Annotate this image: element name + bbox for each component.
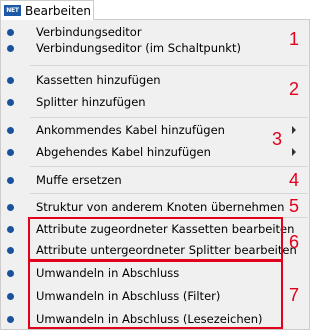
dot-icon — [7, 293, 14, 300]
dot-icon — [7, 45, 14, 52]
dot-icon — [7, 99, 14, 106]
menu-item-label: Splitter hinzufügen — [36, 95, 146, 109]
annotation-number-7: 7 — [289, 285, 300, 305]
highlight-box-group-7 — [28, 260, 283, 329]
menu-item-splitter-hinzufuegen[interactable]: Splitter hinzufügen — [0, 92, 308, 114]
annotation-number-2: 2 — [289, 79, 300, 99]
menu-item-struktur-uebernehmen[interactable]: Struktur von anderem Knoten übernehmen — [0, 197, 308, 219]
annotation-number-6: 6 — [289, 232, 300, 252]
menu-item-label: Verbindungseditor — [36, 25, 142, 39]
dot-icon — [7, 247, 14, 254]
annotation-number-1: 1 — [289, 29, 300, 49]
dot-icon — [7, 226, 14, 233]
menu-bar: NET Bearbeiten — [0, 0, 311, 20]
annotation-number-4: 4 — [289, 170, 300, 190]
dot-icon — [7, 204, 14, 211]
menu-item-label: Struktur von anderem Knoten übernehmen — [36, 200, 285, 214]
menu-item-verbindungseditor-schaltpunkt[interactable]: Verbindungseditor (im Schaltpunkt) — [0, 38, 308, 60]
annotation-number-5: 5 — [289, 196, 300, 216]
menu-separator — [30, 65, 308, 66]
annotation-number-3: 3 — [272, 129, 283, 149]
highlight-box-group-6 — [28, 217, 283, 261]
menu-item-label: Abgehendes Kabel hinzufügen — [36, 145, 211, 159]
menu-tab-bearbeiten[interactable]: NET Bearbeiten — [0, 0, 94, 20]
menu-separator — [30, 193, 308, 194]
submenu-arrow-icon — [292, 148, 296, 156]
net-app-icon: NET — [4, 5, 21, 16]
menu-item-muffe-ersetzen[interactable]: Muffe ersetzen — [0, 170, 308, 192]
menu-separator — [30, 117, 308, 118]
menu-item-label: Ankommendes Kabel hinzufügen — [36, 123, 225, 137]
menu-item-label: Verbindungseditor (im Schaltpunkt) — [36, 41, 241, 55]
submenu-arrow-icon — [292, 126, 296, 134]
dot-icon — [7, 77, 14, 84]
menu-item-label: Muffe ersetzen — [36, 173, 122, 187]
dot-icon — [7, 177, 14, 184]
menu-separator — [30, 166, 308, 167]
dot-icon — [7, 29, 14, 36]
menu-item-label: Kassetten hinzufügen — [36, 73, 161, 87]
dot-icon — [7, 270, 14, 277]
menu-item-ankommendes-kabel[interactable]: Ankommendes Kabel hinzufügen — [0, 120, 308, 142]
dot-icon — [7, 149, 14, 156]
menu-item-kassetten-hinzufuegen[interactable]: Kassetten hinzufügen — [0, 70, 308, 92]
dot-icon — [7, 127, 14, 134]
dot-icon — [7, 316, 14, 323]
menu-item-abgehendes-kabel[interactable]: Abgehendes Kabel hinzufügen — [0, 142, 308, 164]
menu-tab-label: Bearbeiten — [25, 4, 91, 18]
